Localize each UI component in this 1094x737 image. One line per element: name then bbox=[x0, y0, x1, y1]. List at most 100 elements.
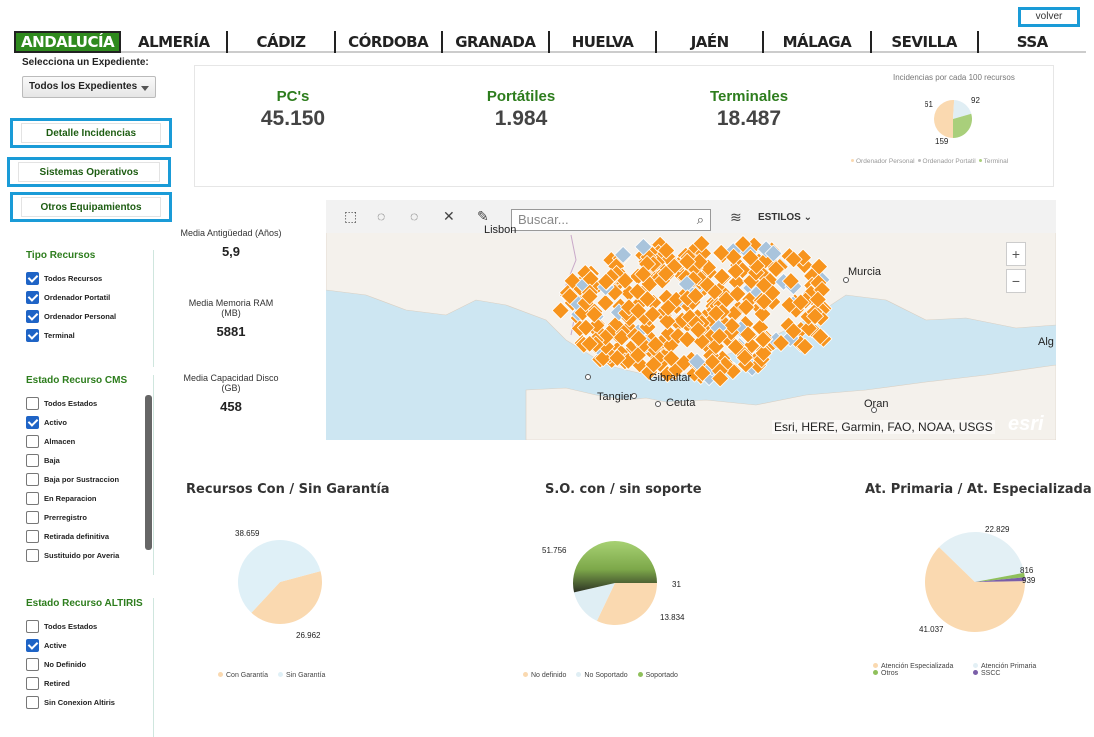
volver-button[interactable]: volver bbox=[1018, 7, 1080, 27]
filter-option[interactable]: Baja por Sustraccion bbox=[26, 470, 153, 489]
tab-sevilla[interactable]: SEVILLA bbox=[872, 31, 979, 53]
legend-item: Con Garantía bbox=[218, 672, 268, 679]
filter-option-label: Baja bbox=[44, 456, 60, 465]
checkbox[interactable] bbox=[26, 511, 39, 524]
checkbox[interactable] bbox=[26, 291, 39, 304]
metric-antiguedad-label: Media Antigüedad (Años) bbox=[180, 228, 282, 238]
soporte-pie: 51.756 31 13.834 bbox=[542, 541, 685, 625]
checkbox[interactable] bbox=[26, 620, 39, 633]
filter-option[interactable]: Sustituido por Averia bbox=[26, 546, 153, 565]
expediente-select[interactable]: Todos los Expedientes bbox=[22, 76, 156, 98]
select-lasso-icon[interactable]: ◌ bbox=[410, 208, 418, 224]
filter-option-label: Todos Recursos bbox=[44, 274, 103, 283]
otros-equipamientos-button[interactable]: Otros Equipamientos bbox=[10, 192, 172, 222]
sistemas-operativos-button[interactable]: Sistemas Operativos bbox=[7, 157, 171, 187]
legend-item: Atención Primaria bbox=[973, 663, 1063, 670]
metric-disco: Media Capacidad Disco (GB) 458 bbox=[180, 373, 282, 414]
legend-item: Terminal bbox=[978, 158, 1008, 165]
legend-label: Atención Especializada bbox=[881, 663, 954, 670]
checkbox[interactable] bbox=[26, 397, 39, 410]
tab-huelva[interactable]: HUELVA bbox=[550, 31, 658, 53]
map-view[interactable]: ⬚ ◌ ◌ ✕ ✎ Buscar... ⌕ ≋ ESTILOS ⌄ + − Lis… bbox=[326, 200, 1056, 440]
filter-option[interactable]: Active bbox=[26, 636, 153, 655]
clear-selection-icon[interactable]: ✕ bbox=[443, 208, 455, 225]
map-search-input[interactable]: Buscar... ⌕ bbox=[511, 209, 711, 231]
filter-option[interactable]: Retirada definitiva bbox=[26, 527, 153, 546]
tab-cádiz[interactable]: CÁDIZ bbox=[228, 31, 336, 53]
checkbox[interactable] bbox=[26, 272, 39, 285]
data-label: 816 bbox=[1020, 566, 1034, 575]
legend-label: Ordenador Portatil bbox=[922, 158, 976, 165]
filter-option[interactable]: Sin Conexion Altiris bbox=[26, 693, 153, 712]
data-label: 51.756 bbox=[542, 546, 567, 555]
detalle-incidencias-button[interactable]: Detalle Incidencias bbox=[10, 118, 172, 148]
checkbox[interactable] bbox=[26, 310, 39, 323]
portatiles-stat: Portátiles 1.984 bbox=[441, 88, 601, 131]
checkbox[interactable] bbox=[26, 492, 39, 505]
estilos-dropdown[interactable]: ESTILOS ⌄ bbox=[758, 212, 812, 223]
filter-option[interactable]: Prerregistro bbox=[26, 508, 153, 527]
tab-almería[interactable]: ALMERÍA bbox=[121, 31, 229, 53]
tab-ssa[interactable]: SSA bbox=[979, 31, 1086, 53]
tab-jaén[interactable]: JAÉN bbox=[657, 31, 765, 53]
select-rectangle-icon[interactable]: ⬚ bbox=[344, 208, 357, 225]
checkbox[interactable] bbox=[26, 658, 39, 671]
zoom-out-button[interactable]: − bbox=[1006, 269, 1026, 293]
garantia-title: Recursos Con / Sin Garantía bbox=[186, 482, 390, 497]
checkbox[interactable] bbox=[26, 530, 39, 543]
select-circle-icon[interactable]: ◌ bbox=[377, 208, 385, 224]
checkbox[interactable] bbox=[26, 435, 39, 448]
layers-icon[interactable]: ≋ bbox=[730, 209, 742, 226]
estilos-label: ESTILOS bbox=[758, 212, 801, 223]
tab-málaga[interactable]: MÁLAGA bbox=[764, 31, 872, 53]
tab-córdoba[interactable]: CÓRDOBA bbox=[336, 31, 443, 53]
checkbox[interactable] bbox=[26, 696, 39, 709]
filter-option[interactable]: Todos Estados bbox=[26, 617, 153, 636]
filter-scrollbar[interactable] bbox=[145, 395, 152, 550]
filter-option-label: Baja por Sustraccion bbox=[44, 475, 120, 484]
checkbox[interactable] bbox=[26, 639, 39, 652]
checkbox[interactable] bbox=[26, 549, 39, 562]
filter-option[interactable]: No Definido bbox=[26, 655, 153, 674]
legend-label: No definido bbox=[531, 672, 567, 679]
filter-option-label: Ordenador Personal bbox=[44, 312, 117, 321]
soporte-title: S.O. con / sin soporte bbox=[545, 482, 702, 497]
filter-option-label: Retired bbox=[44, 679, 70, 688]
checkbox[interactable] bbox=[26, 473, 39, 486]
tab-granada[interactable]: GRANADA bbox=[443, 31, 550, 53]
otros-equipamientos-label: Otros Equipamientos bbox=[21, 197, 161, 217]
filter-option[interactable]: Ordenador Personal bbox=[26, 307, 153, 326]
filter-option[interactable]: Todos Recursos bbox=[26, 269, 153, 288]
portatiles-label: Portátiles bbox=[486, 88, 556, 105]
filter-option[interactable]: Terminal bbox=[26, 326, 153, 345]
pie-slice[interactable] bbox=[934, 100, 955, 138]
pcs-stat: PC's 45.150 bbox=[213, 88, 373, 131]
chevron-down-icon bbox=[141, 86, 149, 91]
legend-label: Sin Garantía bbox=[286, 672, 326, 679]
data-label: 159 bbox=[935, 137, 949, 144]
zoom-in-button[interactable]: + bbox=[1006, 242, 1026, 266]
checkbox[interactable] bbox=[26, 416, 39, 429]
terminales-label: Terminales bbox=[709, 88, 789, 105]
place-label: Alg bbox=[1038, 336, 1054, 348]
garantia-legend: Con Garantía Sin Garantía bbox=[218, 672, 335, 679]
tab-andalucía[interactable]: ANDALUCÍA bbox=[14, 31, 122, 53]
checkbox[interactable] bbox=[26, 454, 39, 467]
filter-option[interactable]: Almacen bbox=[26, 432, 153, 451]
edit-icon[interactable]: ✎ bbox=[477, 208, 489, 225]
filter-option[interactable]: Activo bbox=[26, 413, 153, 432]
data-label: 939 bbox=[1022, 576, 1036, 585]
estado-altiris-title: Estado Recurso ALTIRIS bbox=[26, 598, 143, 609]
filter-option[interactable]: Ordenador Portatil bbox=[26, 288, 153, 307]
filter-option[interactable]: En Reparacion bbox=[26, 489, 153, 508]
place-label: Tangier bbox=[597, 391, 634, 403]
filter-option[interactable]: Baja bbox=[26, 451, 153, 470]
incidencias-title: Incidencias por cada 100 recursos bbox=[893, 73, 1015, 82]
checkbox[interactable] bbox=[26, 329, 39, 342]
filter-option[interactable]: Todos Estados bbox=[26, 394, 153, 413]
filter-option[interactable]: Retired bbox=[26, 674, 153, 693]
checkbox[interactable] bbox=[26, 677, 39, 690]
garantia-chart: Recursos Con / Sin Garantía bbox=[186, 482, 390, 497]
estado-cms-filter: Estado Recurso CMS Todos Estados Activo Al… bbox=[26, 375, 154, 575]
legend-label: Soportado bbox=[645, 672, 678, 679]
